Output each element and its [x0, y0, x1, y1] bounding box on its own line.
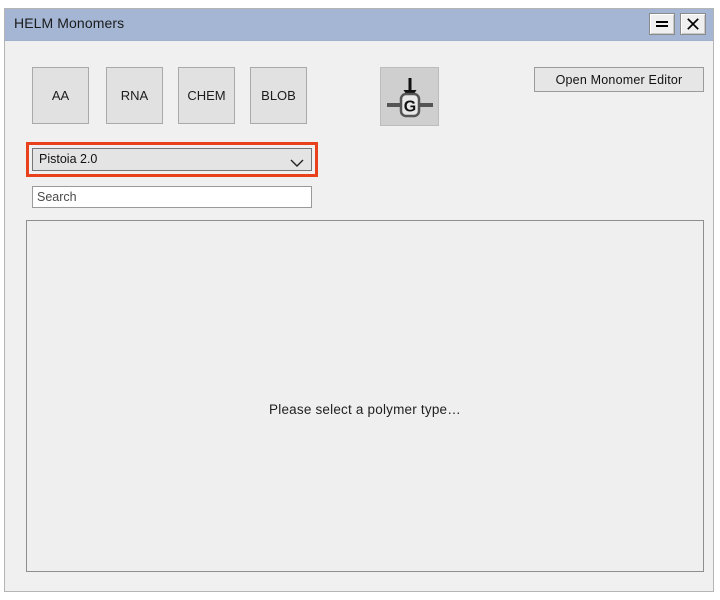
chevron-down-icon — [290, 155, 304, 173]
open-monomer-editor-button[interactable]: Open Monomer Editor — [534, 67, 704, 92]
empty-state-message: Please select a polymer type… — [269, 402, 461, 417]
polymer-button-aa[interactable]: AA — [32, 67, 89, 124]
insert-monomer-button[interactable]: G — [380, 67, 439, 126]
polymer-button-blob[interactable]: BLOB — [250, 67, 307, 124]
minimize-icon-button[interactable] — [649, 13, 675, 35]
window-title: HELM Monomers — [14, 15, 125, 31]
monomer-list-panel: Please select a polymer type… — [26, 220, 704, 572]
close-button[interactable] — [680, 13, 706, 35]
search-input[interactable] — [32, 186, 312, 208]
polymer-button-chem[interactable]: CHEM — [178, 67, 235, 124]
close-icon — [687, 18, 699, 30]
svg-text:G: G — [403, 98, 415, 115]
title-bar: HELM Monomers — [5, 9, 713, 41]
monomer-g-icon: G — [386, 77, 433, 117]
library-dropdown[interactable]: Pistoia 2.0 — [32, 148, 312, 171]
helm-monomers-window: HELM Monomers AA RNA CHEM BLOB G Open Mo… — [4, 8, 714, 592]
polymer-button-rna[interactable]: RNA — [106, 67, 163, 124]
double-bar-icon — [656, 21, 668, 27]
library-dropdown-value: Pistoia 2.0 — [39, 152, 98, 166]
